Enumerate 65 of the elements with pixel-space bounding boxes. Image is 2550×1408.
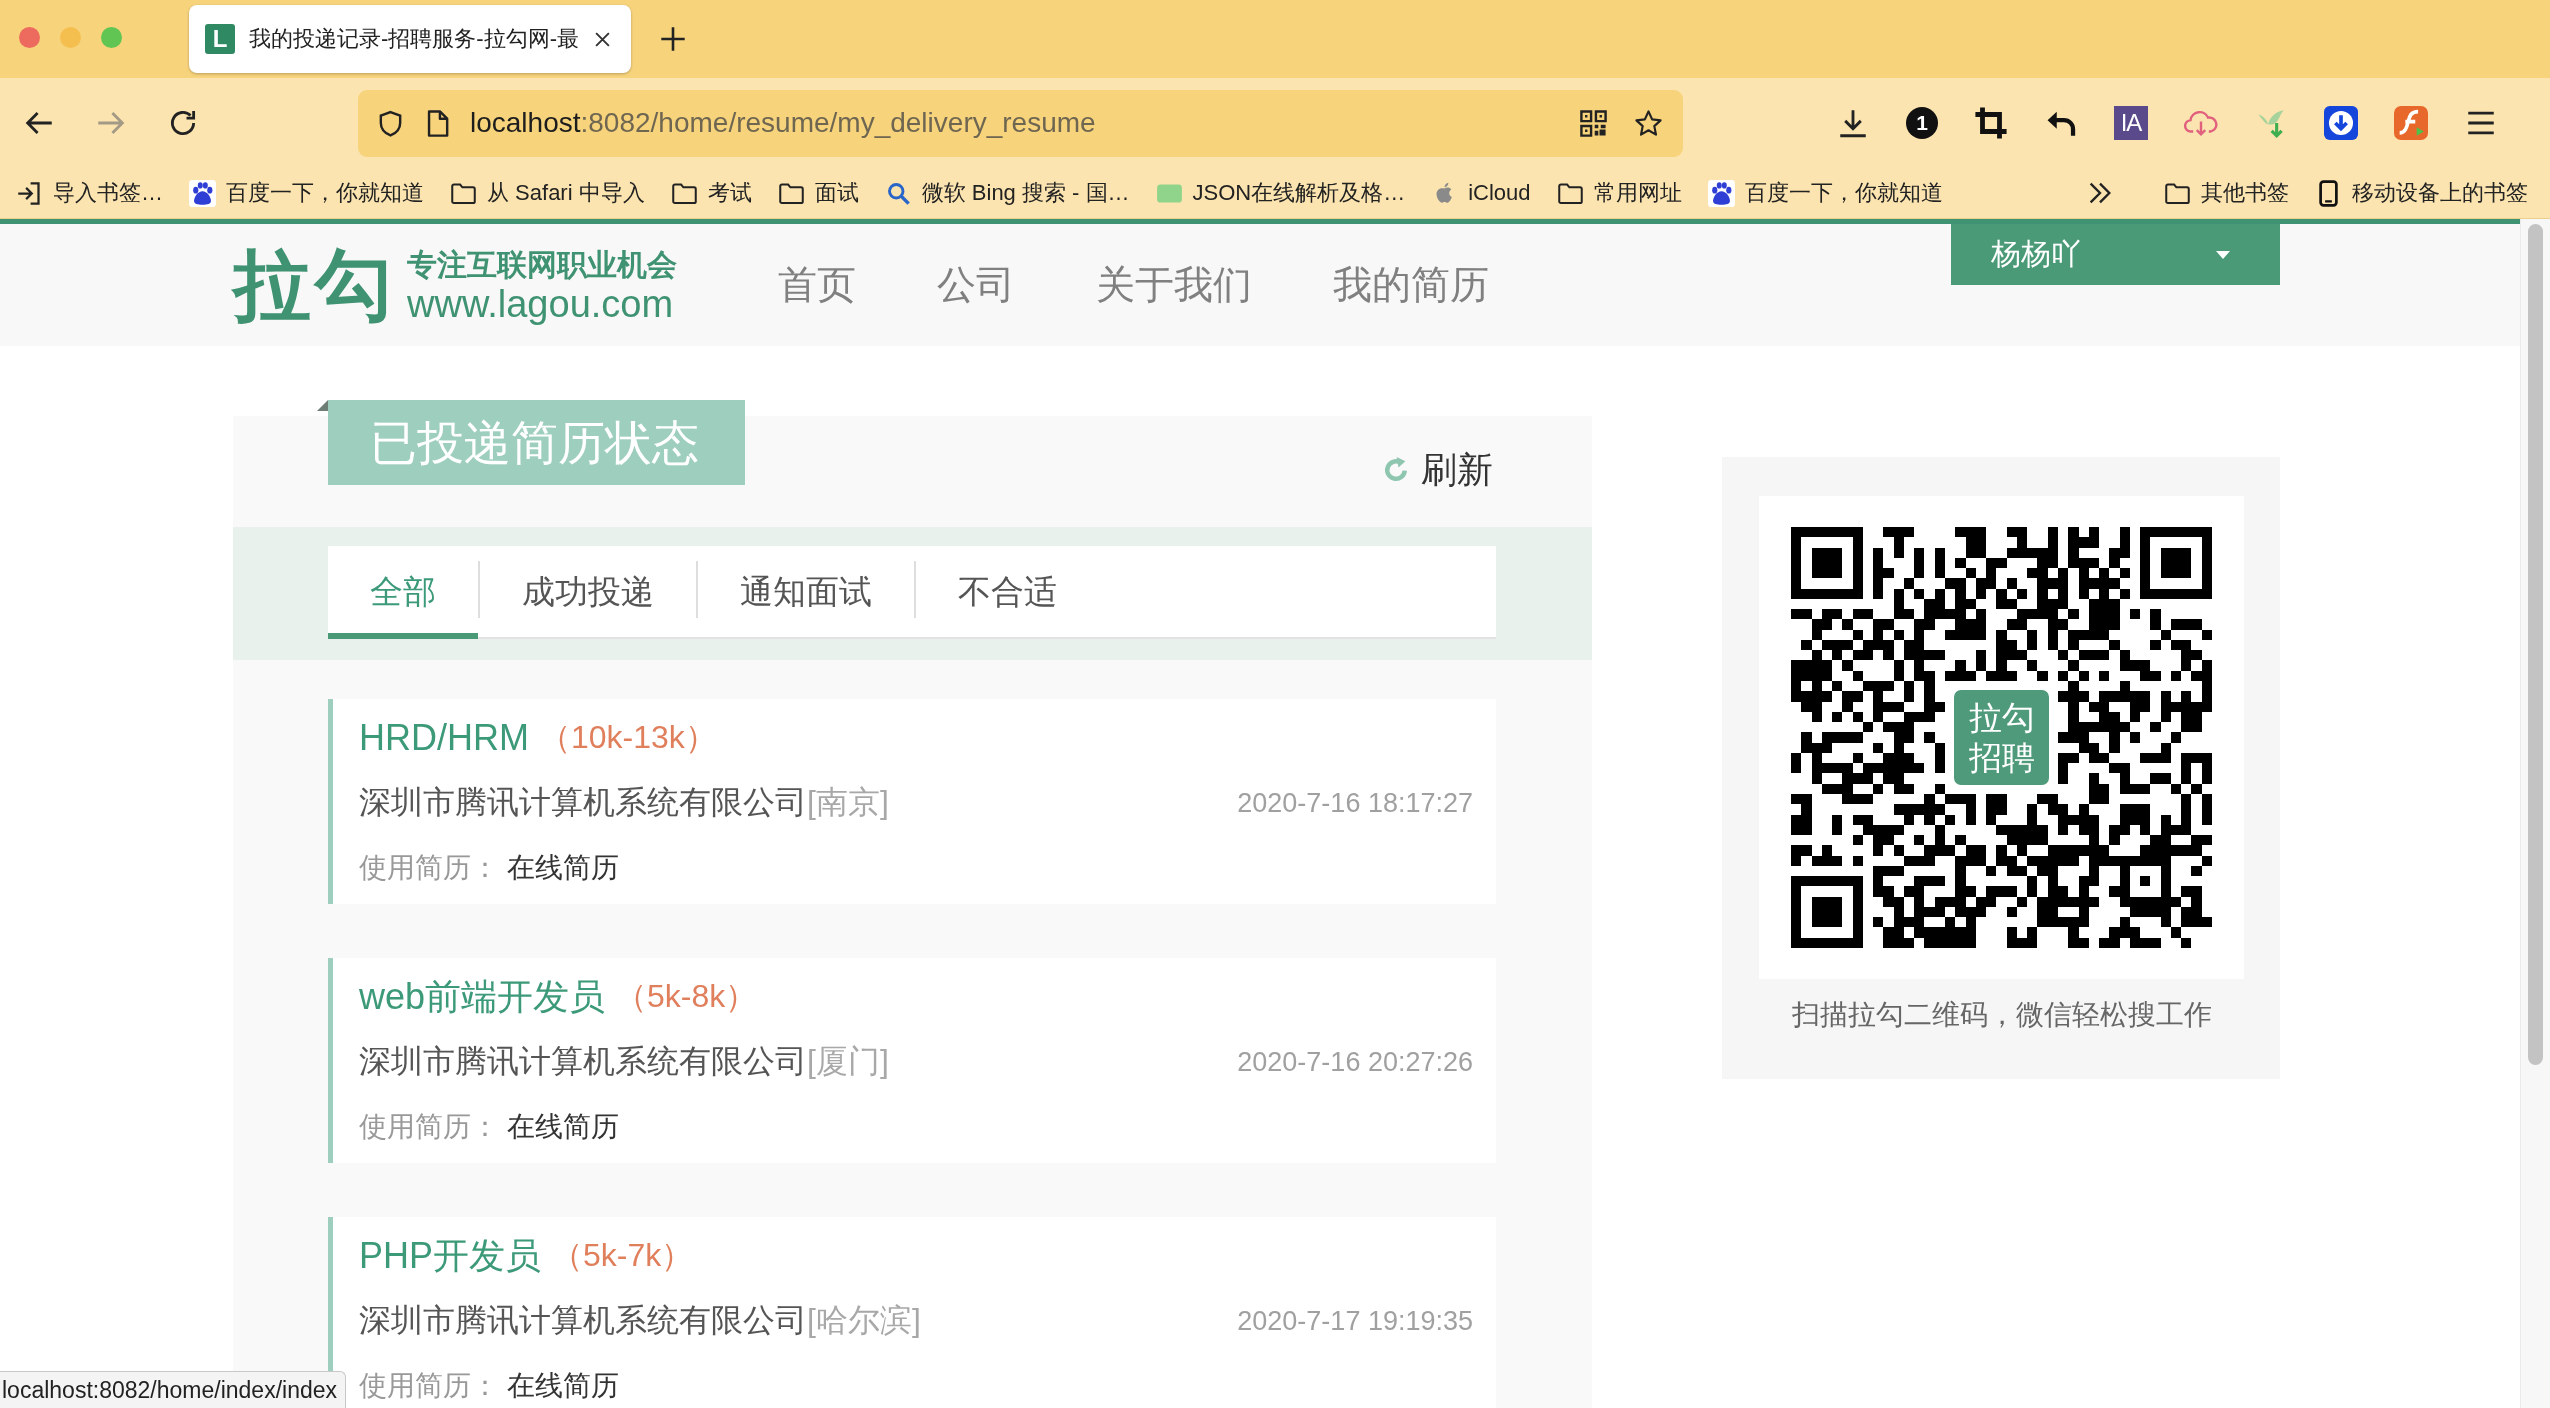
resume-label: 使用简历： xyxy=(359,851,499,885)
nav-link[interactable]: 关于我们 xyxy=(1096,258,1252,312)
company-name: 深圳市腾讯计算机系统有限公司 xyxy=(359,1043,807,1079)
nav-link[interactable]: 我的简历 xyxy=(1333,258,1489,312)
filter-tab[interactable]: 成功投递 xyxy=(480,546,696,639)
site-favicon: L xyxy=(205,24,235,54)
bookmark-item[interactable]: 移动设备上的书签 xyxy=(2315,178,2528,208)
swoosh-tile-icon[interactable] xyxy=(2394,106,2428,140)
delivery-time: 2020-7-17 19:19:35 xyxy=(1237,1305,1473,1337)
browser-tab[interactable]: L 我的投递记录-招聘服务-拉勾网-最 xyxy=(189,5,631,73)
company-name: 深圳市腾讯计算机系统有限公司 xyxy=(359,784,807,820)
bookmark-item[interactable]: iCloud xyxy=(1431,179,1531,207)
address-bar[interactable]: localhost:8082/home/resume/my_delivery_resume xyxy=(358,89,1683,157)
logo-wordmark[interactable]: 拉勾 xyxy=(233,246,397,324)
section-title: 已投递简历状态 xyxy=(328,400,745,485)
job-city: [南京] xyxy=(807,784,889,820)
qr-caption: 扫描拉勾二维码，微信轻松搜工作 xyxy=(1791,999,2212,1031)
logo-slogan: 专注互联网职业机会 xyxy=(407,247,677,283)
salary-range: （5k-7k） xyxy=(551,1236,694,1275)
paw-icon xyxy=(1707,179,1735,207)
plus-icon[interactable] xyxy=(660,26,686,52)
bookmark-item[interactable]: 从 Safari 中导入 xyxy=(450,178,645,208)
logo-domain: www.lagou.com xyxy=(407,284,675,324)
salary-range: （5k-8k） xyxy=(615,977,758,1016)
crop-icon[interactable] xyxy=(1974,106,2008,140)
bookmark-item[interactable]: 导入书签… xyxy=(16,178,163,208)
status-url: localhost:8082/home/index/index xyxy=(0,1371,346,1408)
qr-logo-badge: 拉勾招聘 xyxy=(1951,687,2052,788)
url-text: localhost:8082/home/resume/my_delivery_resume xyxy=(470,107,1097,139)
bookmark-item[interactable]: 面试 xyxy=(777,178,859,208)
resume-type: 在线简历 xyxy=(507,851,619,885)
resume-label: 使用简历： xyxy=(359,1110,499,1144)
bookmark-item[interactable]: 考试 xyxy=(670,178,752,208)
bookmark-item[interactable]: 百度一下，你就知道 xyxy=(189,178,424,208)
bookmark-item[interactable]: 百度一下，你就知道 xyxy=(1707,178,1943,208)
refresh-button[interactable]: 刷新 xyxy=(1381,452,1493,488)
bookmark-item[interactable]: 微软 Bing 搜索 - 国… xyxy=(884,178,1130,208)
resume-type: 在线简历 xyxy=(507,1110,619,1144)
filter-tab[interactable]: 通知面试 xyxy=(698,546,914,639)
scrollbar-track[interactable] xyxy=(2520,219,2550,1408)
delivery-time: 2020-7-16 20:27:26 xyxy=(1237,1046,1473,1078)
ribbon-fold-icon xyxy=(317,400,328,411)
nav-link[interactable]: 首页 xyxy=(778,258,856,312)
job-city: [厦门] xyxy=(807,1043,889,1079)
close-tab-icon[interactable] xyxy=(594,30,611,48)
extension-badge[interactable]: 1 xyxy=(1906,107,1938,139)
extension-tile[interactable]: IA xyxy=(2114,106,2148,140)
job-city: [哈尔滨] xyxy=(807,1302,921,1338)
tab-title: 我的投递记录-招聘服务-拉勾网-最 xyxy=(249,25,580,53)
resume-label: 使用简历： xyxy=(359,1369,499,1403)
company-name: 深圳市腾讯计算机系统有限公司 xyxy=(359,1302,807,1338)
caret-icon xyxy=(2216,250,2230,259)
resume-type: 在线简历 xyxy=(507,1369,619,1403)
scrollbar-thumb[interactable] xyxy=(2528,224,2543,1065)
bookmark-item[interactable]: 其他书签 xyxy=(2164,178,2289,208)
bookmark-item[interactable]: JSON在线解析及格… xyxy=(1155,178,1406,208)
qr-code-icon[interactable] xyxy=(1579,108,1608,138)
delivery-time: 2020-7-16 18:17:27 xyxy=(1237,787,1473,819)
nav-link[interactable]: 公司 xyxy=(937,258,1015,312)
import-icon xyxy=(16,179,43,207)
bookmark-item[interactable]: 常用网址 xyxy=(1556,178,1682,208)
star-icon[interactable] xyxy=(1634,108,1663,138)
salary-range: （10k-13k） xyxy=(539,718,717,757)
paw-icon xyxy=(189,179,216,207)
filter-tab[interactable]: 不合适 xyxy=(916,546,1099,639)
